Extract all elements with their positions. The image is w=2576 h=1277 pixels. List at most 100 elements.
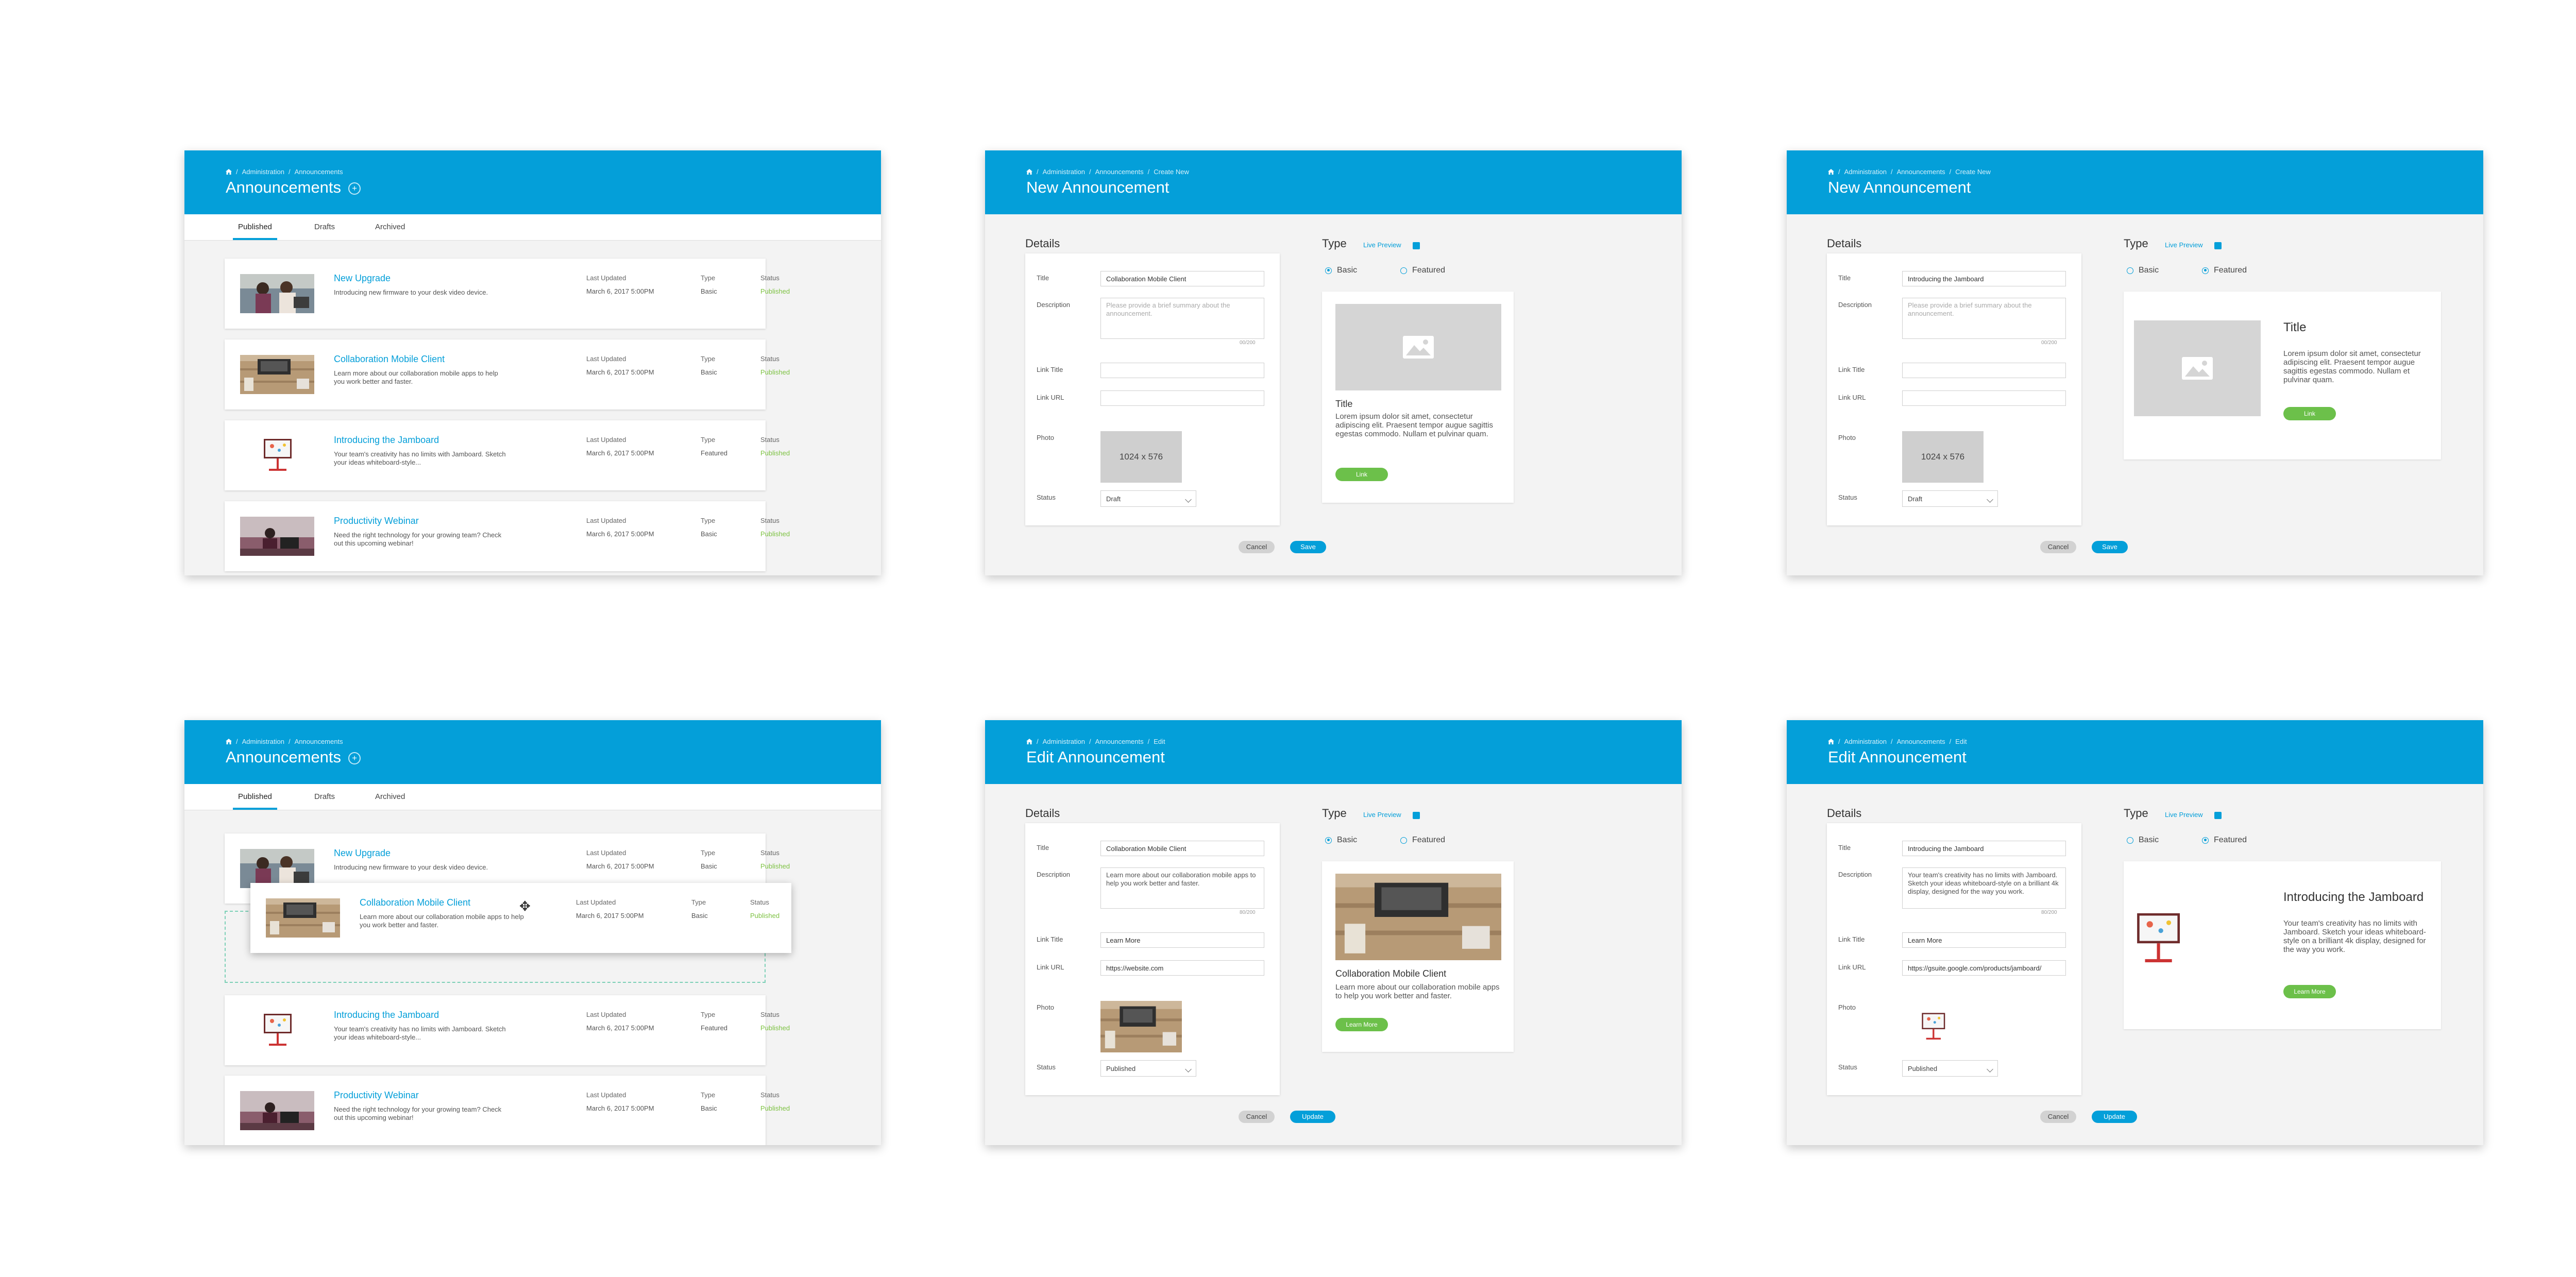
tab-archived[interactable]: Archived bbox=[370, 792, 410, 808]
status-select[interactable]: Draft bbox=[1902, 490, 1998, 507]
page-title: Announcements + bbox=[226, 748, 361, 767]
cancel-button[interactable]: Cancel bbox=[1239, 1111, 1275, 1123]
home-icon[interactable] bbox=[1026, 739, 1032, 744]
title-input[interactable]: Collaboration Mobile Client bbox=[1100, 841, 1264, 856]
photo-thumbnail[interactable] bbox=[1902, 1001, 1964, 1052]
save-button[interactable]: Save bbox=[2092, 541, 2128, 553]
link-url-input[interactable]: https://website.com bbox=[1100, 960, 1264, 976]
link-title-input[interactable] bbox=[1902, 363, 2066, 378]
dragged-list-item[interactable]: Collaboration Mobile Client Learn more a… bbox=[250, 883, 791, 953]
tab-archived[interactable]: Archived bbox=[370, 223, 410, 238]
breadcrumb-announcements[interactable]: Announcements bbox=[1095, 168, 1144, 176]
preview-learn-more-button[interactable]: Learn More bbox=[1335, 1018, 1388, 1031]
item-description: Introducing new firmware to your desk vi… bbox=[334, 863, 488, 871]
tab-drafts[interactable]: Drafts bbox=[309, 792, 340, 808]
tab-published[interactable]: Published bbox=[233, 792, 277, 810]
radio-basic[interactable]: Basic bbox=[1325, 836, 1357, 845]
item-title[interactable]: New Upgrade bbox=[334, 273, 391, 284]
breadcrumb-announcements[interactable]: Announcements bbox=[295, 168, 343, 176]
description-input[interactable]: Please provide a brief summary about the… bbox=[1902, 298, 2066, 339]
link-title-input[interactable]: Learn More bbox=[1100, 932, 1264, 948]
breadcrumb-administration[interactable]: Administration bbox=[1844, 168, 1887, 176]
radio-featured[interactable]: Featured bbox=[2202, 266, 2247, 275]
home-icon[interactable] bbox=[1828, 739, 1834, 744]
link-title-input[interactable]: Learn More bbox=[1902, 932, 2066, 948]
update-button[interactable]: Update bbox=[1290, 1111, 1335, 1123]
plus-circle-icon[interactable]: + bbox=[348, 752, 361, 764]
link-url-input[interactable] bbox=[1902, 390, 2066, 406]
tab-drafts[interactable]: Drafts bbox=[309, 223, 340, 238]
details-heading: Details bbox=[1025, 237, 1060, 250]
home-icon[interactable] bbox=[1828, 169, 1834, 175]
link-title-input[interactable] bbox=[1100, 363, 1264, 378]
breadcrumb-administration[interactable]: Administration bbox=[242, 738, 284, 745]
breadcrumb-announcements[interactable]: Announcements bbox=[295, 738, 343, 745]
status-select[interactable]: Draft bbox=[1100, 490, 1196, 507]
description-input[interactable]: Please provide a brief summary about the… bbox=[1100, 298, 1264, 339]
checkbox-icon[interactable] bbox=[1413, 812, 1420, 819]
save-button[interactable]: Save bbox=[1290, 541, 1326, 553]
list-item[interactable]: Introducing the Jamboard Your team's cre… bbox=[225, 420, 790, 490]
photo-upload[interactable]: 1024 x 576 bbox=[1902, 431, 1984, 483]
item-title[interactable]: Collaboration Mobile Client bbox=[334, 354, 445, 365]
item-title[interactable]: Introducing the Jamboard bbox=[334, 1010, 439, 1020]
photo-upload[interactable]: 1024 x 576 bbox=[1100, 431, 1182, 483]
screen-edit-announcement-featured: / Administration / Announcements / Edit … bbox=[1787, 720, 2483, 1145]
item-title[interactable]: Productivity Webinar bbox=[334, 516, 419, 526]
cancel-button[interactable]: Cancel bbox=[2040, 541, 2076, 553]
breadcrumb-administration[interactable]: Administration bbox=[1043, 168, 1085, 176]
title-input[interactable]: Introducing the Jamboard bbox=[1902, 271, 2066, 286]
checkbox-icon[interactable] bbox=[2214, 812, 2222, 819]
checkbox-icon[interactable] bbox=[1413, 242, 1420, 249]
radio-featured[interactable]: Featured bbox=[1400, 836, 1445, 845]
cancel-button[interactable]: Cancel bbox=[2040, 1111, 2076, 1123]
status-value: Published bbox=[750, 912, 780, 920]
home-icon[interactable] bbox=[226, 739, 232, 744]
breadcrumb-announcements[interactable]: Announcements bbox=[1095, 738, 1144, 745]
tab-published[interactable]: Published bbox=[233, 223, 277, 240]
radio-featured[interactable]: Featured bbox=[2202, 836, 2247, 845]
radio-basic[interactable]: Basic bbox=[2127, 266, 2159, 275]
home-icon[interactable] bbox=[1026, 169, 1032, 175]
item-title[interactable]: New Upgrade bbox=[334, 848, 391, 859]
plus-circle-icon[interactable]: + bbox=[348, 182, 361, 195]
type-heading: Type bbox=[2124, 807, 2148, 820]
preview-link-button[interactable]: Link bbox=[1335, 468, 1388, 481]
item-title[interactable]: Collaboration Mobile Client bbox=[360, 897, 470, 908]
status-select[interactable]: Published bbox=[1902, 1060, 1998, 1077]
status-select[interactable]: Published bbox=[1100, 1060, 1196, 1077]
breadcrumb-administration[interactable]: Administration bbox=[1043, 738, 1085, 745]
description-input[interactable]: Your team's creativity has no limits wit… bbox=[1902, 867, 2066, 909]
update-button[interactable]: Update bbox=[2092, 1111, 2137, 1123]
list-item[interactable]: Productivity Webinar Need the right tech… bbox=[225, 501, 790, 571]
title-input[interactable]: Collaboration Mobile Client bbox=[1100, 271, 1264, 286]
list-item[interactable]: Collaboration Mobile Client Learn more a… bbox=[225, 339, 790, 410]
page-title-text: Announcements bbox=[226, 748, 342, 766]
item-thumbnail bbox=[266, 898, 340, 938]
home-icon[interactable] bbox=[226, 169, 232, 175]
photo-thumbnail[interactable] bbox=[1100, 1001, 1182, 1052]
description-input[interactable]: Learn more about our collaboration mobil… bbox=[1100, 867, 1264, 909]
preview-learn-more-button[interactable]: Learn More bbox=[2283, 985, 2336, 998]
type-heading: Type bbox=[1322, 237, 1347, 250]
list-item[interactable]: Productivity Webinar Need the right tech… bbox=[225, 1076, 790, 1145]
radio-basic[interactable]: Basic bbox=[2127, 836, 2159, 845]
breadcrumb-administration[interactable]: Administration bbox=[1844, 738, 1887, 745]
link-url-input[interactable]: https://gsuite.google.com/products/jambo… bbox=[1902, 960, 2066, 976]
cancel-button[interactable]: Cancel bbox=[1239, 541, 1275, 553]
page-title: New Announcement bbox=[1828, 178, 1971, 196]
status-value: Published bbox=[760, 287, 790, 295]
radio-featured[interactable]: Featured bbox=[1400, 266, 1445, 275]
list-item[interactable]: New Upgrade Introducing new firmware to … bbox=[225, 259, 790, 329]
breadcrumb-announcements[interactable]: Announcements bbox=[1897, 738, 1945, 745]
checkbox-icon[interactable] bbox=[2214, 242, 2222, 249]
title-input[interactable]: Introducing the Jamboard bbox=[1902, 841, 2066, 856]
link-url-input[interactable] bbox=[1100, 390, 1264, 406]
list-item[interactable]: Introducing the Jamboard Your team's cre… bbox=[225, 995, 790, 1065]
item-title[interactable]: Introducing the Jamboard bbox=[334, 435, 439, 446]
breadcrumb-announcements[interactable]: Announcements bbox=[1897, 168, 1945, 176]
preview-link-button[interactable]: Link bbox=[2283, 407, 2336, 420]
radio-basic[interactable]: Basic bbox=[1325, 266, 1357, 275]
breadcrumb-administration[interactable]: Administration bbox=[242, 168, 284, 176]
item-title[interactable]: Productivity Webinar bbox=[334, 1090, 419, 1101]
